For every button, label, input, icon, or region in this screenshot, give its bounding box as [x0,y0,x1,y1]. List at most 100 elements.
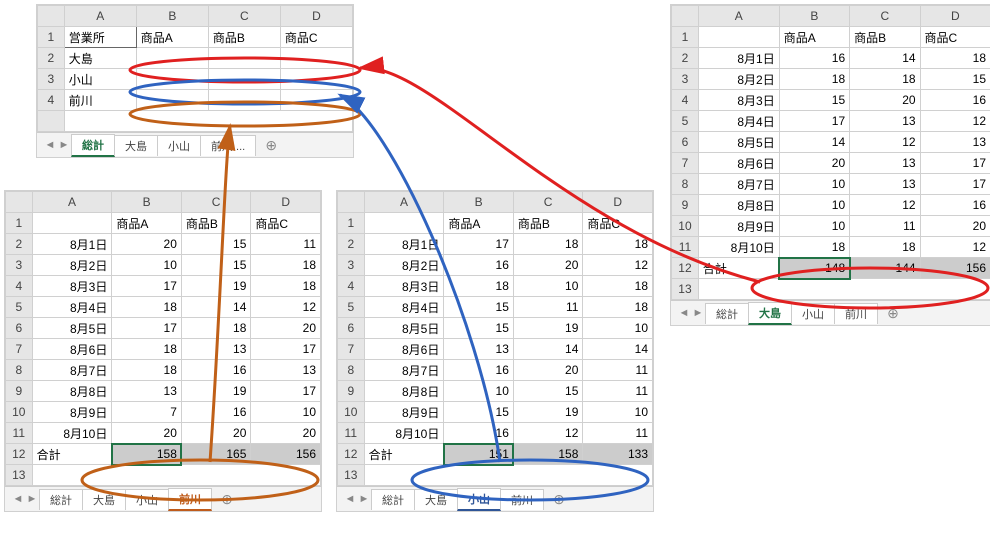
data-cell[interactable]: 15 [181,234,251,255]
data-cell[interactable]: 13 [850,111,920,132]
date-cell[interactable]: 8月7日 [364,360,444,381]
tab-nav-prev-icon[interactable]: ◄ [343,493,357,505]
date-cell[interactable]: 8月9日 [364,402,444,423]
data-cell[interactable]: 17 [112,318,182,339]
data-cell[interactable]: 19 [181,276,251,297]
date-cell[interactable]: 8月4日 [364,297,444,318]
data-cell[interactable]: 10 [444,381,514,402]
row-header[interactable]: 10 [6,402,33,423]
row-header[interactable]: 7 [6,339,33,360]
date-cell[interactable]: 8月5日 [32,318,112,339]
date-cell[interactable]: 8月2日 [698,69,779,90]
data-cell[interactable]: 18 [251,276,321,297]
data-cell[interactable]: 13 [850,174,920,195]
data-cell[interactable]: 18 [583,234,653,255]
cell[interactable] [136,69,208,90]
data-cell[interactable]: 13 [251,360,321,381]
data-cell[interactable]: 11 [850,216,920,237]
tab-nav-next-icon[interactable]: ► [357,493,371,505]
col-header[interactable]: A [64,6,136,27]
data-cell[interactable]: 18 [112,297,182,318]
date-cell[interactable]: 8月3日 [32,276,112,297]
data-cell[interactable]: 18 [920,48,990,69]
tab-oshima[interactable]: 大島 [114,135,158,156]
date-cell[interactable]: 8月7日 [698,174,779,195]
data-cell[interactable]: 12 [850,195,920,216]
data-cell[interactable]: 14 [181,297,251,318]
data-cell[interactable]: 18 [779,237,849,258]
row-header[interactable]: 2 [6,234,33,255]
data-cell[interactable]: 12 [513,423,583,444]
row-header[interactable]: 6 [6,318,33,339]
row-header[interactable]: 1 [38,27,65,48]
col-header[interactable]: C [850,6,920,27]
date-cell[interactable]: 8月9日 [698,216,779,237]
row-header[interactable]: 5 [672,111,699,132]
row-header[interactable]: 6 [338,318,365,339]
date-cell[interactable]: 8月10日 [364,423,444,444]
data-cell[interactable]: 13 [444,339,514,360]
tab-maekawa[interactable]: 前川 [834,303,878,324]
row-header[interactable]: 5 [338,297,365,318]
data-cell[interactable]: 11 [251,234,321,255]
data-cell[interactable]: 15 [513,381,583,402]
tab-nav-next-icon[interactable]: ► [691,307,705,319]
row-header[interactable]: 8 [6,360,33,381]
row-header[interactable]: 11 [338,423,365,444]
data-cell[interactable]: 10 [583,318,653,339]
date-cell[interactable]: 8月9日 [32,402,112,423]
cell[interactable] [136,90,208,111]
data-cell[interactable]: 20 [779,153,849,174]
date-cell[interactable]: 8月8日 [32,381,112,402]
row-header[interactable]: 2 [672,48,699,69]
date-cell[interactable]: 8月6日 [698,153,779,174]
data-cell[interactable]: 20 [850,90,920,111]
cell[interactable] [136,48,208,69]
date-cell[interactable]: 8月3日 [698,90,779,111]
date-cell[interactable]: 8月10日 [32,423,112,444]
grid-summary[interactable]: A B C D 1 営業所 商品A 商品B 商品C 2 大島 3 小山 4 前川 [37,5,353,132]
data-cell[interactable]: 18 [583,276,653,297]
data-cell[interactable]: 17 [920,174,990,195]
total-cell[interactable]: 144 [850,258,920,279]
date-cell[interactable]: 8月8日 [364,381,444,402]
data-cell[interactable]: 18 [850,69,920,90]
col-header[interactable]: C [208,6,280,27]
row-header[interactable]: 2 [338,234,365,255]
data-cell[interactable]: 14 [779,132,849,153]
tab-nav-prev-icon[interactable]: ◄ [677,307,691,319]
row-header[interactable]: 8 [338,360,365,381]
data-cell[interactable]: 10 [779,195,849,216]
row-header[interactable]: 4 [672,90,699,111]
data-cell[interactable]: 16 [779,48,849,69]
data-cell[interactable]: 18 [112,339,182,360]
data-cell[interactable]: 18 [583,297,653,318]
data-cell[interactable]: 7 [112,402,182,423]
data-cell[interactable]: 14 [583,339,653,360]
tab-total[interactable]: 総計 [705,303,749,324]
cell[interactable]: 前川 [64,90,136,111]
row-header[interactable]: 9 [6,381,33,402]
add-sheet-icon[interactable]: ⊕ [261,137,281,154]
tab-nav-prev-icon[interactable]: ◄ [43,139,57,151]
data-cell[interactable]: 15 [444,402,514,423]
data-cell[interactable]: 17 [112,276,182,297]
cell[interactable]: 商品C [280,27,352,48]
col-header[interactable]: D [280,6,352,27]
date-cell[interactable]: 8月1日 [32,234,112,255]
row-header[interactable]: 3 [38,69,65,90]
tab-nav-next-icon[interactable]: ► [25,493,39,505]
data-cell[interactable]: 10 [583,402,653,423]
data-cell[interactable]: 15 [779,90,849,111]
tab-nav-prev-icon[interactable]: ◄ [11,493,25,505]
data-cell[interactable]: 10 [779,216,849,237]
grid-maekawa[interactable]: A B C D 1 商品A 商品B 商品C 28月1日20151138月2日10… [5,191,321,486]
row-header[interactable]: 11 [672,237,699,258]
cell[interactable] [280,90,352,111]
add-sheet-icon[interactable]: ⊕ [217,491,237,508]
tab-oshima[interactable]: 大島 [748,302,792,325]
tab-total[interactable]: 総計 [71,134,115,157]
cell[interactable] [208,90,280,111]
row-header[interactable]: 10 [672,216,699,237]
tab-nav-next-icon[interactable]: ► [57,139,71,151]
